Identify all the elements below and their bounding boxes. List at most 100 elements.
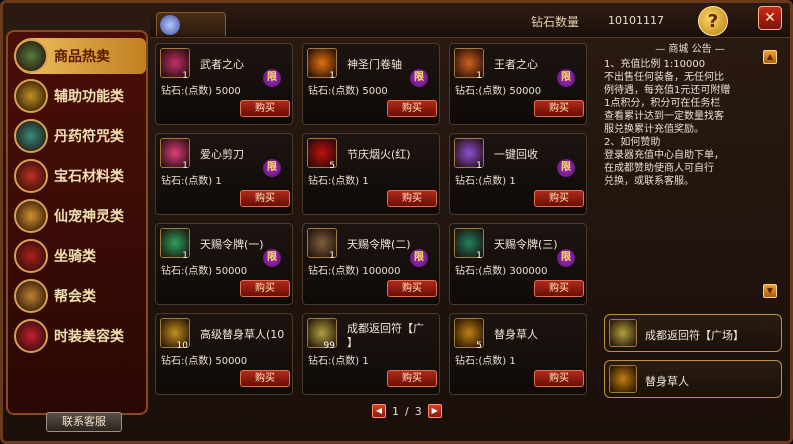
announcement-title: — 商城 公告 —	[655, 44, 725, 55]
product-card[interactable]: 99 成都返回符【广】钻石:(点数) 1 购买	[302, 313, 440, 395]
buy-button[interactable]: 购买	[387, 100, 437, 117]
product-quantity: 1	[182, 71, 188, 81]
mount-icon	[14, 239, 48, 273]
product-quantity: 1	[182, 251, 188, 261]
limited-badge: 限	[557, 249, 575, 267]
limited-badge: 限	[263, 249, 281, 267]
buy-button[interactable]: 购买	[534, 100, 584, 117]
product-name: 神圣门卷轴	[347, 58, 402, 71]
product-card[interactable]: 10 高级替身草人(10 钻石:(点数) 50000 购买	[155, 313, 293, 395]
buy-button[interactable]: 购买	[387, 190, 437, 207]
buy-button[interactable]: 购买	[240, 190, 290, 207]
product-name: 天赐令牌(一)	[200, 238, 264, 251]
announcement-line: 例待遇，每充值1元还可附赠	[604, 85, 731, 96]
buy-button[interactable]: 购买	[240, 280, 290, 297]
help-icon[interactable]: ?	[698, 6, 728, 36]
product-price: 钻石:(点数) 100000	[308, 266, 401, 277]
product-card[interactable]: 5 替身草人 钻石:(点数) 1 购买	[449, 313, 587, 395]
sidebar-item-label: 坐骑类	[54, 249, 96, 265]
product-quantity: 10	[176, 341, 188, 351]
product-name: 爱心剪刀	[200, 148, 244, 161]
product-price: 钻石:(点数) 300000	[455, 266, 548, 277]
scroll-up-button[interactable]: ▲	[763, 50, 777, 64]
product-card[interactable]: 1 天赐令牌(一) 限钻石:(点数) 50000 购买	[155, 223, 293, 305]
buy-button[interactable]: 购买	[534, 190, 584, 207]
top-bar	[150, 8, 790, 38]
sidebar-item-label: 辅助功能类	[54, 89, 124, 105]
prev-page-button[interactable]: ◀	[372, 404, 386, 418]
recommended-item[interactable]: 成都返回符【广场】	[604, 314, 782, 352]
close-button[interactable]: ✕	[758, 6, 782, 30]
product-card[interactable]: 1 天赐令牌(三) 限钻石:(点数) 300000 购买	[449, 223, 587, 305]
product-quantity: 1	[476, 161, 482, 171]
buy-button[interactable]: 购买	[534, 280, 584, 297]
announcement-line: 查看累计达到一定数量找客	[604, 111, 724, 122]
buy-button[interactable]: 购买	[240, 370, 290, 387]
announcement-line: 1点积分，积分可在任务栏	[604, 98, 721, 109]
limited-badge: 限	[263, 69, 281, 87]
contact-support-button[interactable]: 联系客服	[46, 412, 122, 432]
sidebar-item-6[interactable]: 帮会类	[14, 278, 146, 314]
product-name: 天赐令牌(二)	[347, 238, 411, 251]
product-name: 节庆烟火(红)	[347, 148, 411, 161]
category-sidebar: 商品热卖辅助功能类丹药符咒类宝石材料类仙宠神灵类坐骑类帮会类时装美容类	[6, 30, 148, 415]
announcement-line: 在成都赞助使商人可自行	[604, 163, 714, 174]
sidebar-item-1[interactable]: 辅助功能类	[14, 78, 146, 114]
limited-badge: 限	[557, 159, 575, 177]
buy-button[interactable]: 购买	[387, 370, 437, 387]
fashion-icon	[14, 319, 48, 353]
product-quantity: 1	[329, 71, 335, 81]
buy-button[interactable]: 购买	[534, 370, 584, 387]
sidebar-item-0[interactable]: 商品热卖	[14, 38, 146, 74]
announcement-line: 1、充值比例 1:10000	[604, 59, 706, 70]
product-quantity: 1	[329, 251, 335, 261]
buy-button[interactable]: 购买	[387, 280, 437, 297]
product-price: 钻石:(点数) 50000	[455, 86, 542, 97]
product-quantity: 5	[329, 161, 335, 171]
product-card[interactable]: 1 武者之心限钻石:(点数) 5000 购买	[155, 43, 293, 125]
total-pages: 3	[414, 404, 422, 418]
product-name: 高级替身草人(10	[200, 328, 285, 341]
auxiliary-icon	[14, 79, 48, 113]
product-card[interactable]: 1 爱心剪刀限钻石:(点数) 1 购买	[155, 133, 293, 215]
recommended-item-name: 替身草人	[645, 375, 689, 388]
product-name: 武者之心	[200, 58, 244, 71]
product-card[interactable]: 1 神圣门卷轴限钻石:(点数) 5000 购买	[302, 43, 440, 125]
announcement-line: 不出售任何装备，无任何比	[604, 72, 724, 83]
sidebar-item-2[interactable]: 丹药符咒类	[14, 118, 146, 154]
guild-icon	[14, 279, 48, 313]
limited-badge: 限	[410, 249, 428, 267]
diamond-count-value: 10101117	[608, 14, 664, 27]
announcement-line: 服兑换累计充值奖励。	[604, 124, 704, 135]
next-page-button[interactable]: ▶	[427, 404, 442, 418]
sidebar-item-3[interactable]: 宝石材料类	[14, 158, 146, 194]
sidebar-item-5[interactable]: 坐骑类	[14, 238, 146, 274]
recommended-item[interactable]: 替身草人	[604, 360, 782, 398]
product-card[interactable]: 1 天赐令牌(二) 限钻石:(点数) 100000 购买	[302, 223, 440, 305]
product-name: 天赐令牌(三)	[494, 238, 558, 251]
limited-badge: 限	[557, 69, 575, 87]
recommended-item-icon	[609, 319, 637, 347]
product-card[interactable]: 5 节庆烟火(红) 钻石:(点数) 1 购买	[302, 133, 440, 215]
product-name: 成都返回符【广	[347, 322, 424, 335]
sidebar-item-label: 仙宠神灵类	[54, 209, 124, 225]
sidebar-item-7[interactable]: 时装美容类	[14, 318, 146, 354]
scroll-down-button[interactable]: ▼	[763, 284, 777, 298]
product-quantity: 5	[476, 341, 482, 351]
diamond-count-label: 钻石数量	[531, 15, 580, 29]
gem-icon	[14, 159, 48, 193]
shop-tab[interactable]	[156, 12, 226, 36]
recommended-item-name: 成都返回符【广场】	[645, 329, 744, 342]
hot-sale-icon	[14, 39, 48, 73]
product-card[interactable]: 1 王者之心限钻石:(点数) 50000 购买	[449, 43, 587, 125]
announcement-line: 兑换，或联系客服。	[604, 176, 694, 187]
buy-button[interactable]: 购买	[240, 100, 290, 117]
pagination: ◀ 1 / 3 ▶	[372, 402, 442, 420]
sidebar-item-label: 商品热卖	[54, 49, 110, 65]
product-price: 钻石:(点数) 50000	[161, 356, 248, 367]
product-quantity: 1	[182, 161, 188, 171]
elixir-icon	[14, 119, 48, 153]
product-card[interactable]: 1 一键回收限钻石:(点数) 1 购买	[449, 133, 587, 215]
sidebar-item-4[interactable]: 仙宠神灵类	[14, 198, 146, 234]
product-quantity: 1	[476, 71, 482, 81]
